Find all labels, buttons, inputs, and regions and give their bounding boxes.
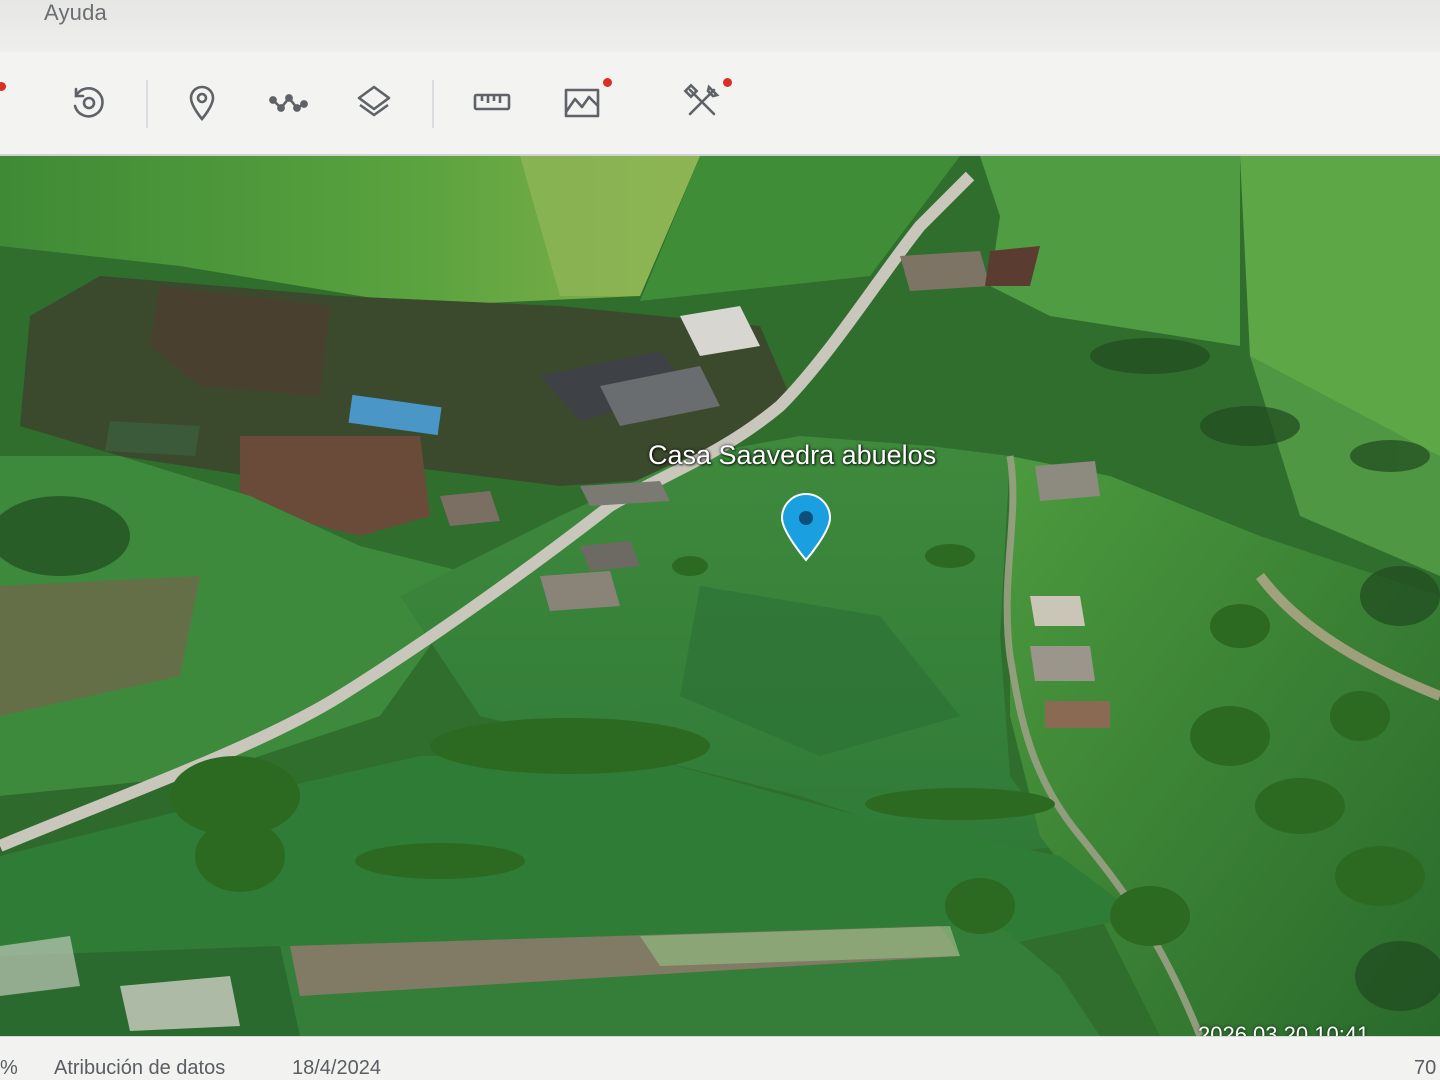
map-viewport[interactable]: Casa Saavedra abuelos	[0, 156, 1440, 1036]
placemark-pin-icon[interactable]	[778, 492, 834, 562]
layers-icon	[357, 85, 391, 117]
ruler-button[interactable]	[466, 76, 518, 128]
toolbar-divider	[432, 80, 434, 128]
tools-button[interactable]	[676, 76, 732, 128]
menu-bar: Ayuda	[0, 0, 1440, 52]
notification-dot	[723, 78, 732, 87]
historical-imagery-button[interactable]	[62, 76, 114, 128]
placemark-pin-icon	[189, 85, 215, 122]
imagery-date: 18/4/2024	[292, 1057, 381, 1079]
toolbar	[0, 52, 1440, 156]
add-path-button[interactable]	[262, 76, 314, 128]
satellite-imagery	[0, 156, 1440, 1036]
placemark-label[interactable]: Casa Saavedra abuelos	[648, 440, 936, 471]
menu-help[interactable]: Ayuda	[44, 0, 107, 26]
elevation-profile-button[interactable]	[556, 76, 612, 128]
path-icon	[269, 94, 308, 112]
terrain-profile-icon	[564, 88, 600, 118]
toolbar-divider	[146, 80, 148, 128]
status-right-fragment: 70	[1414, 1057, 1437, 1079]
ruler-icon	[473, 93, 511, 111]
history-clock-icon	[73, 87, 104, 118]
data-attribution-link[interactable]: Atribución de datos	[54, 1057, 225, 1080]
tools-icon	[683, 83, 720, 116]
layers-button[interactable]	[348, 76, 400, 128]
add-placemark-button[interactable]	[176, 76, 228, 128]
status-bar: % Atribución de datos 18/4/2024 70	[0, 1036, 1440, 1080]
status-left-fragment: %	[0, 1057, 18, 1079]
notification-dot	[603, 78, 612, 87]
notification-dot	[0, 82, 6, 91]
